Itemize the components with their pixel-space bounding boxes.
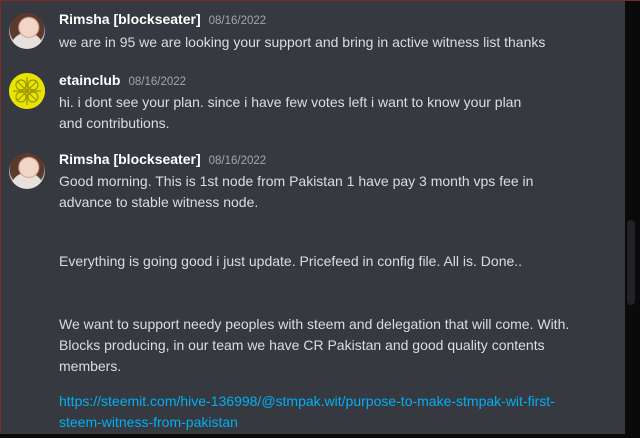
username[interactable]: Rimsha [blockseater] xyxy=(59,11,201,27)
timestamp: 08/16/2022 xyxy=(208,15,267,27)
message-link[interactable]: https://steemit.com/hive-136998/@stmpak.… xyxy=(59,393,555,430)
scrollbar-thumb[interactable] xyxy=(627,220,635,305)
message-text: We want to support needy peoples with st… xyxy=(59,316,570,374)
scrollbar-track[interactable] xyxy=(626,1,640,434)
user-avatar[interactable] xyxy=(9,153,45,189)
message-content: hi. i dont see your plan. since i have f… xyxy=(59,92,529,134)
timestamp: 08/16/2022 xyxy=(128,76,187,88)
message-content: We want to support needy peoples with st… xyxy=(59,314,579,377)
chat-message-list[interactable]: Rimsha [blockseater] 08/16/2022 we are i… xyxy=(1,1,625,434)
username[interactable]: etainclub xyxy=(59,72,120,88)
message-text: we are in 95 we are looking your support… xyxy=(59,34,546,50)
message-header: Rimsha [blockseater] 08/16/2022 xyxy=(59,151,266,167)
timestamp: 08/16/2022 xyxy=(208,155,267,167)
identicon-icon xyxy=(9,73,45,109)
message-text: Good morning. This is 1st node from Paki… xyxy=(59,173,534,210)
message-content: Good morning. This is 1st node from Paki… xyxy=(59,171,587,213)
message-text: hi. i dont see your plan. since i have f… xyxy=(59,94,522,131)
user-avatar[interactable] xyxy=(9,73,45,109)
message-header: etainclub 08/16/2022 xyxy=(59,72,186,88)
username[interactable]: Rimsha [blockseater] xyxy=(59,151,201,167)
bottom-edge xyxy=(0,434,640,438)
message-content: https://steemit.com/hive-136998/@stmpak.… xyxy=(59,391,579,433)
message-content: Everything is going good i just update. … xyxy=(59,251,599,272)
message-header: Rimsha [blockseater] 08/16/2022 xyxy=(59,11,266,27)
user-avatar[interactable] xyxy=(9,13,45,49)
message-text: Everything is going good i just update. … xyxy=(59,253,523,269)
message-content: we are in 95 we are looking your support… xyxy=(59,32,599,53)
